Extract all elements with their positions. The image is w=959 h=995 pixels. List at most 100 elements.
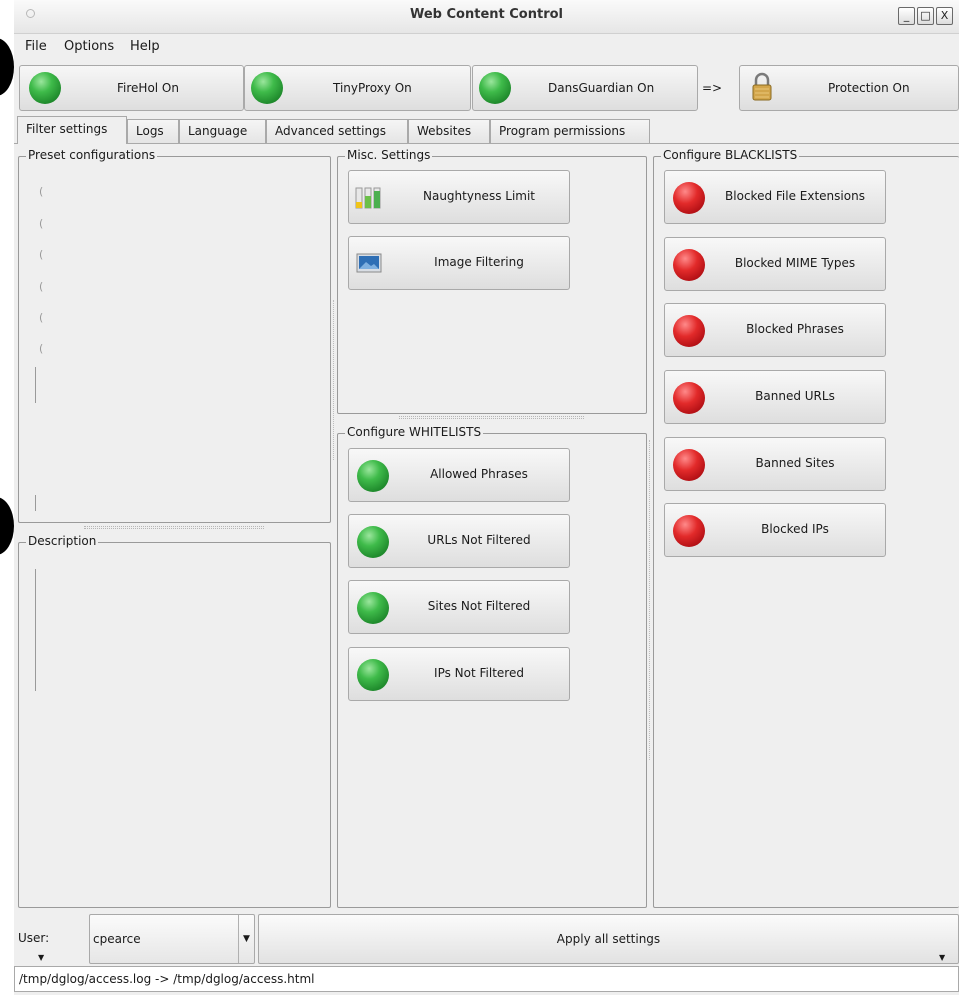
button-label: URLs Not Filtered xyxy=(427,533,531,547)
button-label: Banned URLs xyxy=(755,389,835,403)
misc-whitelist-splitter[interactable] xyxy=(399,416,584,419)
group-title: Misc. Settings xyxy=(345,148,433,162)
tinyproxy-toggle-button[interactable]: TinyProxy On xyxy=(244,65,471,111)
status-led-icon xyxy=(357,659,389,691)
status-led-icon xyxy=(673,249,705,281)
description-group: Description xyxy=(18,534,331,908)
ips-not-filtered-button[interactable]: IPs Not Filtered xyxy=(348,647,570,701)
preset-description-splitter[interactable] xyxy=(84,526,264,529)
firehol-label: FireHol On xyxy=(117,81,179,95)
desktop-edge-shape xyxy=(0,497,14,555)
firehol-toggle-button[interactable]: FireHol On xyxy=(19,65,244,111)
menu-help[interactable]: Help xyxy=(130,39,160,54)
blocked-file-extensions-button[interactable]: Blocked File Extensions xyxy=(664,170,886,224)
status-led-icon xyxy=(357,592,389,624)
middle-column-splitter[interactable] xyxy=(649,440,652,760)
blocked-ips-button[interactable]: Blocked IPs xyxy=(664,503,886,557)
preset-radio[interactable]: ( xyxy=(39,342,43,355)
group-title: Preset configurations xyxy=(26,148,158,162)
apply-all-settings-button[interactable]: Apply all settings xyxy=(258,914,959,964)
naughtyness-limit-button[interactable]: Naughtyness Limit xyxy=(348,170,570,224)
left-column-splitter[interactable] xyxy=(333,300,336,460)
status-led-icon xyxy=(357,526,389,558)
description-text-edge xyxy=(35,569,36,691)
chevron-down-icon[interactable]: ▼ xyxy=(238,915,254,963)
desktop-edge-shape xyxy=(0,38,14,96)
tab-filter-settings[interactable]: Filter settings xyxy=(17,116,127,144)
misc-settings-group: Misc. Settings Naughtyness Limit Image F… xyxy=(337,148,647,414)
dansguardian-label: DansGuardian On xyxy=(548,81,655,95)
button-label: IPs Not Filtered xyxy=(434,666,524,680)
button-label: Blocked IPs xyxy=(761,522,829,536)
preset-configurations-group: Preset configurations ( ( ( ( ( ( xyxy=(18,148,331,523)
whitelists-group: Configure WHITELISTS Allowed Phrases URL… xyxy=(337,425,647,908)
app-window: Web Content Control _ □ X File Options H… xyxy=(14,0,959,995)
menu-options[interactable]: Options xyxy=(64,39,114,54)
allowed-phrases-button[interactable]: Allowed Phrases xyxy=(348,448,570,502)
button-label: Naughtyness Limit xyxy=(422,189,536,203)
window-title: Web Content Control xyxy=(409,7,564,22)
button-label: Blocked File Extensions xyxy=(725,189,865,203)
protection-label: Protection On xyxy=(828,81,910,95)
scroll-down-icon[interactable]: ▼ xyxy=(38,953,44,962)
status-led-icon xyxy=(357,460,389,492)
tab-language[interactable]: Language xyxy=(179,119,266,144)
button-label: Blocked Phrases xyxy=(746,322,844,336)
image-filtering-button[interactable]: Image Filtering xyxy=(348,236,570,290)
group-title: Description xyxy=(26,534,99,548)
minimize-button[interactable]: _ xyxy=(898,7,915,25)
sites-not-filtered-button[interactable]: Sites Not Filtered xyxy=(348,580,570,634)
preset-list-edge xyxy=(35,495,36,511)
status-bar: /tmp/dglog/access.log -> /tmp/dglog/acce… xyxy=(14,966,959,992)
maximize-button[interactable]: □ xyxy=(917,7,934,25)
user-select-value: cpearce xyxy=(93,932,141,946)
preset-radio[interactable]: ( xyxy=(39,248,43,261)
tab-pane-top-border xyxy=(14,143,959,144)
banned-sites-button[interactable]: Banned Sites xyxy=(664,437,886,491)
tab-logs[interactable]: Logs xyxy=(127,119,179,144)
blacklists-group: Configure BLACKLISTS Blocked File Extens… xyxy=(653,148,959,908)
group-title: Configure WHITELISTS xyxy=(345,425,484,439)
status-led-icon xyxy=(673,515,705,547)
scroll-down-icon[interactable]: ▼ xyxy=(939,953,945,962)
blocked-phrases-button[interactable]: Blocked Phrases xyxy=(664,303,886,357)
button-label: Image Filtering xyxy=(434,255,524,269)
status-led-icon xyxy=(673,449,705,481)
button-label: Blocked MIME Types xyxy=(734,256,856,270)
level-meter-icon xyxy=(355,187,381,209)
dansguardian-toggle-button[interactable]: DansGuardian On xyxy=(472,65,698,111)
status-led-icon xyxy=(673,382,705,414)
tab-program-permissions[interactable]: Program permissions xyxy=(490,119,650,144)
title-bar[interactable]: Web Content Control _ □ X xyxy=(14,0,959,34)
status-led-icon xyxy=(479,72,511,104)
preset-radio[interactable]: ( xyxy=(39,311,43,324)
user-select[interactable]: cpearce ▼ xyxy=(89,914,255,964)
urls-not-filtered-button[interactable]: URLs Not Filtered xyxy=(348,514,570,568)
padlock-icon xyxy=(752,72,772,101)
menu-file[interactable]: File xyxy=(25,39,47,54)
apply-label: Apply all settings xyxy=(556,932,661,946)
protection-toggle-button[interactable]: Protection On xyxy=(739,65,959,111)
tab-advanced-settings[interactable]: Advanced settings xyxy=(266,119,408,144)
bottom-bar: User: cpearce ▼ Apply all settings ▼ ▼ xyxy=(14,909,959,965)
toolbar-arrow: => xyxy=(702,81,723,95)
button-label: Allowed Phrases xyxy=(430,467,528,481)
blocked-mime-types-button[interactable]: Blocked MIME Types xyxy=(664,237,886,291)
group-title: Configure BLACKLISTS xyxy=(661,148,800,162)
image-icon xyxy=(356,253,382,273)
tab-websites[interactable]: Websites xyxy=(408,119,490,144)
preset-radio[interactable]: ( xyxy=(39,185,43,198)
user-label: User: xyxy=(18,931,50,945)
tinyproxy-label: TinyProxy On xyxy=(333,81,412,95)
button-label: Sites Not Filtered xyxy=(427,599,531,613)
close-button[interactable]: X xyxy=(936,7,953,25)
preset-radio[interactable]: ( xyxy=(39,217,43,230)
preset-list-edge xyxy=(35,367,36,403)
status-led-icon xyxy=(29,72,61,104)
status-led-icon xyxy=(673,315,705,347)
banned-urls-button[interactable]: Banned URLs xyxy=(664,370,886,424)
status-led-icon xyxy=(251,72,283,104)
preset-radio[interactable]: ( xyxy=(39,280,43,293)
status-led-icon xyxy=(673,182,705,214)
button-label: Banned Sites xyxy=(755,456,835,470)
